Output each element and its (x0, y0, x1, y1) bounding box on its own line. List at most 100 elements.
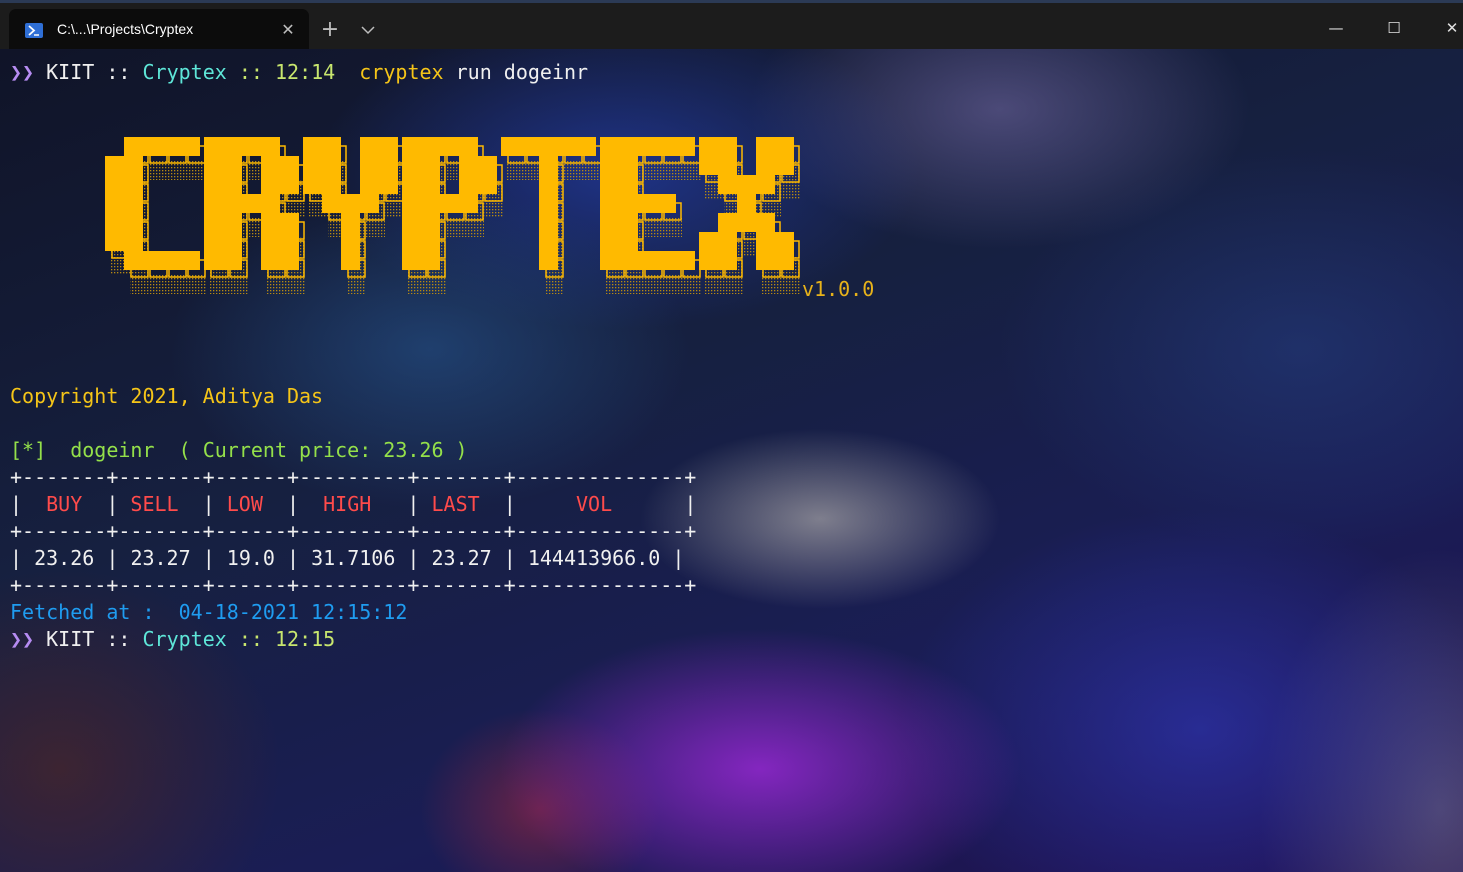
logo-pixel (756, 232, 775, 251)
logo-pixel (638, 137, 657, 156)
status-line: [*] dogeinr ( Current price: 23.26 ) (10, 437, 468, 464)
logo-shadow-pixel (644, 161, 663, 180)
logo-pixel (143, 251, 162, 270)
logo-pixel (242, 137, 261, 156)
header-buy: BUY (46, 492, 83, 516)
logo-pixel (577, 137, 596, 156)
logo-pixel (360, 156, 379, 175)
logo-shadow-pixel (781, 275, 800, 294)
current-price: ( Current price: 23.26 ) (178, 438, 468, 462)
logo-pixel (600, 175, 619, 194)
logo-shadow-pixel (408, 275, 427, 294)
prompt-line-2[interactable]: ❯❯ KIIT :: Cryptex :: 12:15 (10, 626, 335, 653)
logo-pixel (756, 251, 775, 270)
logo-shadow-pixel (663, 161, 682, 180)
logo-pixel (619, 156, 638, 175)
logo-pixel (478, 175, 497, 194)
logo-pixel (105, 232, 124, 251)
prompt-arrow-icon: ❯❯ (10, 60, 35, 84)
logo-pixel (105, 194, 124, 213)
logo-pixel (124, 232, 143, 251)
title-bar: C:\...\Projects\Cryptex ✕ + — ☐ ✕ (0, 0, 1463, 52)
copyright-text: Copyright 2021, Aditya Das (10, 384, 324, 408)
logo-pixel (105, 175, 124, 194)
logo-shadow-pixel (705, 275, 724, 294)
prompt-arrow-icon: ❯❯ (10, 627, 35, 651)
logo-pixel (619, 137, 638, 156)
fetched-label: Fetched at : (10, 600, 155, 624)
logo-shadow-pixel (446, 218, 465, 237)
logo-shadow-pixel (286, 275, 305, 294)
header-last: LAST (431, 492, 480, 516)
prompt-time: 12:15 (274, 627, 336, 651)
logo-pixel (322, 156, 341, 175)
prompt-line-1: ❯❯ KIIT :: Cryptex :: 12:14 cryptex run … (10, 59, 588, 86)
logo-pixel (657, 137, 676, 156)
logo-pixel (638, 194, 657, 213)
logo-pixel (718, 156, 737, 175)
logo-pixel (539, 213, 558, 232)
logo-pixel (341, 213, 360, 232)
logo-pixel (280, 232, 299, 251)
logo-shadow-pixel (130, 275, 149, 294)
logo-pixel (105, 213, 124, 232)
prompt-separator: :: (106, 60, 131, 84)
logo-shadow-pixel (724, 275, 743, 294)
terminal-tab[interactable]: C:\...\Projects\Cryptex ✕ (9, 9, 309, 52)
logo-pixel (657, 194, 676, 213)
logo-pixel (223, 194, 242, 213)
logo-pixel (341, 232, 360, 251)
tab-close-icon[interactable]: ✕ (279, 21, 297, 39)
prompt-host: KIIT (46, 627, 95, 651)
logo-pixel (718, 232, 737, 251)
logo-pixel (402, 175, 421, 194)
logo-pixel (699, 156, 718, 175)
logo-shadow-pixel (385, 199, 404, 218)
logo-shadow-pixel (187, 275, 206, 294)
header-high: HIGH (323, 492, 372, 516)
logo-pixel (600, 232, 619, 251)
terminal-pane[interactable]: ❯❯ KIIT :: Cryptex :: 12:14 cryptex run … (0, 49, 1463, 872)
logo-shadow-pixel (644, 275, 663, 294)
logo-pixel (204, 213, 223, 232)
logo-pixel (520, 137, 539, 156)
logo-pixel (619, 213, 638, 232)
minimize-button[interactable]: — (1313, 11, 1359, 45)
logo-pixel (402, 156, 421, 175)
logo-pixel (421, 137, 440, 156)
logo-pixel (223, 213, 242, 232)
header-low: LOW (226, 492, 263, 516)
logo-pixel (775, 137, 794, 156)
cell-vol: 144413966.0 (527, 546, 661, 570)
table-border-top: +-------+-------+------+---------+------… (10, 465, 697, 489)
logo-pixel (756, 175, 775, 194)
logo-pixel (124, 175, 143, 194)
logo-pixel (539, 175, 558, 194)
logo-pixel (459, 194, 478, 213)
logo-pixel (360, 194, 379, 213)
maximize-button[interactable]: ☐ (1371, 11, 1417, 45)
new-tab-button[interactable]: + (318, 18, 342, 42)
logo-pixel (402, 213, 421, 232)
logo-shadow-pixel (682, 161, 701, 180)
logo-pixel (459, 156, 478, 175)
logo-pixel (204, 194, 223, 213)
logo-pixel (322, 194, 341, 213)
logo-pixel (261, 137, 280, 156)
chevron-down-icon[interactable] (360, 20, 384, 44)
logo-pixel (261, 213, 280, 232)
logo-pixel (676, 137, 695, 156)
logo-pixel (280, 251, 299, 270)
prompt-separator: :: (238, 627, 263, 651)
logo-pixel (402, 251, 421, 270)
logo-shadow-pixel (583, 161, 602, 180)
logo-pixel (204, 251, 223, 270)
logo-shadow-pixel (168, 161, 187, 180)
logo-pixel (676, 251, 695, 270)
logo-pixel (737, 194, 756, 213)
logo-pixel (600, 137, 619, 156)
logo-pixel (280, 156, 299, 175)
table-row: | 23.26 | 23.27 | 19.0 | 31.7106 | 23.27… (10, 546, 685, 570)
close-window-button[interactable]: ✕ (1429, 11, 1463, 45)
logo-pixel (303, 156, 322, 175)
